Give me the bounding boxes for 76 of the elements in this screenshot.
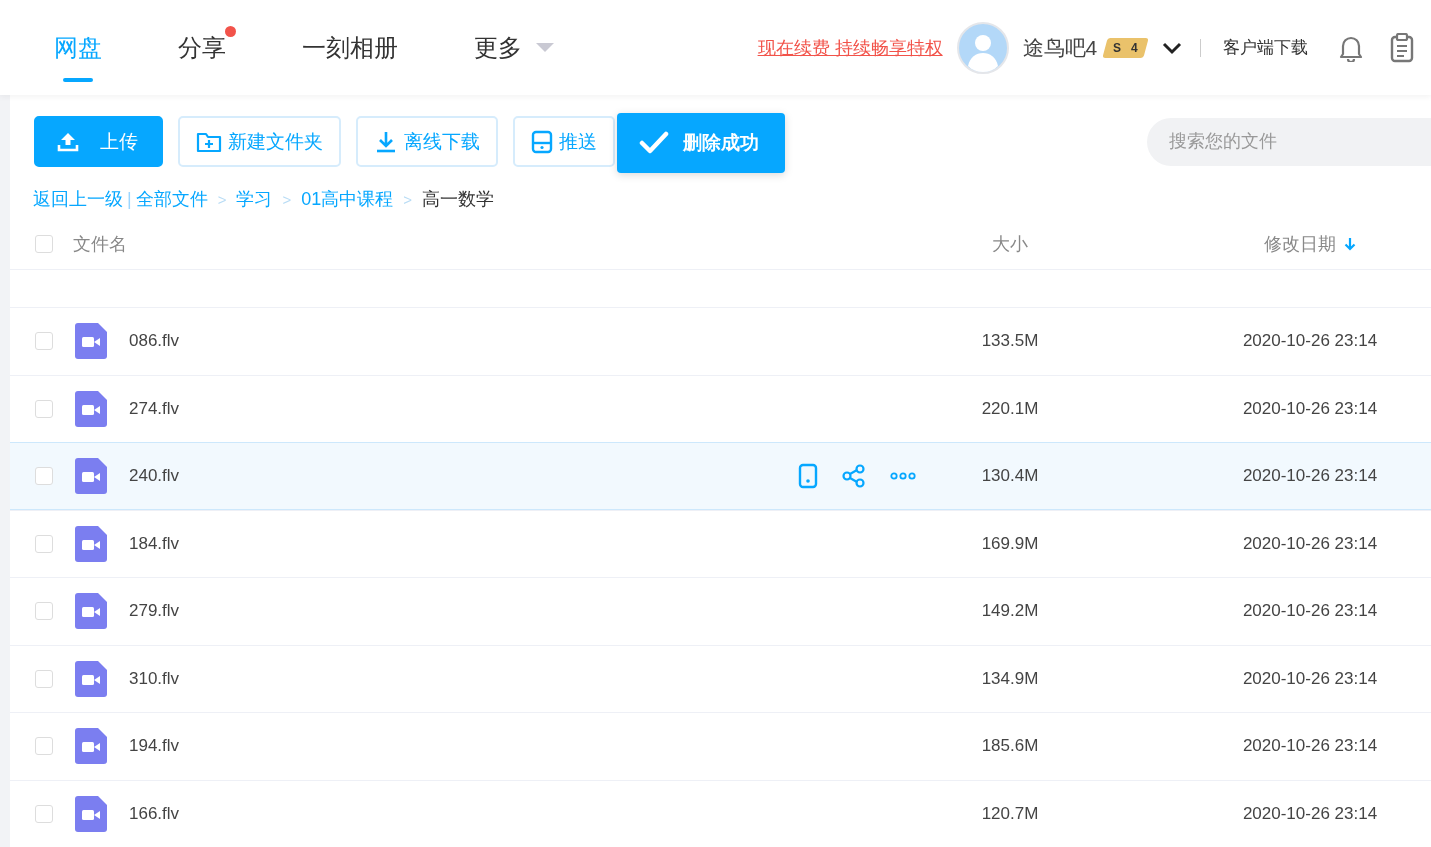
row-checkbox[interactable] [35,804,53,823]
download-icon [374,129,398,154]
check-icon [639,131,669,155]
file-size: 133.5M [980,331,1040,352]
select-all-checkbox[interactable] [35,235,53,253]
row-checkbox[interactable] [35,399,53,418]
file-name[interactable]: 166.flv [129,803,960,824]
renew-link[interactable]: 现在续费 持续畅享特权 [757,35,943,60]
file-name[interactable]: 194.flv [129,736,960,757]
file-size: 130.4M [980,465,1040,486]
file-row[interactable]: 279.flv 149.2M 2020-10-26 23:14 [10,577,1431,645]
more-icon[interactable] [890,471,916,480]
video-file-icon [75,593,107,630]
video-file-icon [75,323,107,360]
sort-arrow-icon[interactable] [1344,237,1356,251]
nav-tab[interactable]: 更多 [474,1,522,94]
nav-tab[interactable]: 分享 [178,1,226,94]
column-header[interactable]: 文件名 [73,232,960,256]
modified-date: 2020-10-26 23:14 [1241,803,1379,824]
file-name[interactable]: 184.flv [129,533,960,554]
file-size: 120.7M [980,803,1040,824]
breadcrumb-divider: | [127,188,132,210]
row-checkbox[interactable] [35,602,53,621]
nav-tab[interactable]: 一刻相册 [302,1,398,94]
avatar-icon[interactable] [956,21,1009,74]
row-checkbox[interactable] [35,737,53,756]
row-checkbox[interactable] [35,466,53,485]
caret-icon[interactable] [536,42,554,53]
share-icon[interactable] [842,463,866,488]
row-checkbox[interactable] [35,669,53,688]
column-header[interactable]: 大小 [960,232,1060,256]
video-file-icon [75,390,107,427]
video-file-icon [75,795,107,832]
row-checkbox[interactable] [35,332,53,351]
search-field[interactable]: 搜索您的文件 [1147,117,1431,166]
file-name[interactable]: 274.flv [129,398,960,419]
client-download-link[interactable]: 客户端下载 [1223,36,1308,59]
modified-date: 2020-10-26 23:14 [1241,736,1379,757]
file-row[interactable]: 166.flv 120.7M 2020-10-26 23:14 [10,779,1431,847]
modified-date: 2020-10-26 23:14 [1241,331,1379,352]
file-name[interactable]: 240.flv [129,465,798,486]
device-icon [531,129,553,154]
chevron-down-icon[interactable] [1162,40,1182,55]
file-size: 220.1M [980,398,1040,419]
modified-date: 2020-10-26 23:14 [1241,533,1379,554]
file-row[interactable]: 310.flv 134.9M 2020-10-26 23:14 [10,644,1431,712]
modified-date: 2020-10-26 23:14 [1241,668,1379,689]
current-folder[interactable]: 高一数学 [422,187,494,211]
file-row[interactable]: 194.flv 185.6M 2020-10-26 23:14 [10,712,1431,780]
video-file-icon [75,660,107,697]
video-file-icon [75,457,107,494]
row-checkbox[interactable] [35,534,53,553]
modified-date: 2020-10-26 23:14 [1241,465,1379,486]
file-name[interactable]: 310.flv [129,668,960,689]
modified-date: 2020-10-26 23:14 [1241,398,1379,419]
user-name[interactable]: 途鸟吧4 [1022,33,1098,62]
file-size: 134.9M [980,668,1040,689]
breadcrumb-separator: > [403,190,412,208]
file-row[interactable]: 184.flv 169.9M 2020-10-26 23:14 [10,509,1431,577]
file-size: 185.6M [980,736,1040,757]
modified-date: 2020-10-26 23:14 [1241,601,1379,622]
file-size: 149.2M [980,601,1040,622]
phone-icon[interactable] [798,462,818,489]
clipboard-icon[interactable] [1390,32,1414,63]
toast-message: 删除成功 [617,113,785,173]
vip-badge: S 4 [1102,37,1149,58]
file-row[interactable]: 086.flv 133.5M 2020-10-26 23:14 [10,307,1431,375]
breadcrumb-separator: > [282,190,292,208]
file-name[interactable]: 086.flv [129,331,960,352]
breadcrumb-separator: > [217,190,227,208]
column-header[interactable]: 修改日期 [1264,232,1336,256]
video-file-icon [75,728,107,765]
file-row[interactable]: 240.flv 130.4M 2020-10-26 23:14 [10,442,1431,510]
file-size: 169.9M [980,533,1040,554]
video-file-icon [75,525,107,562]
file-name[interactable]: 279.flv [129,601,960,622]
